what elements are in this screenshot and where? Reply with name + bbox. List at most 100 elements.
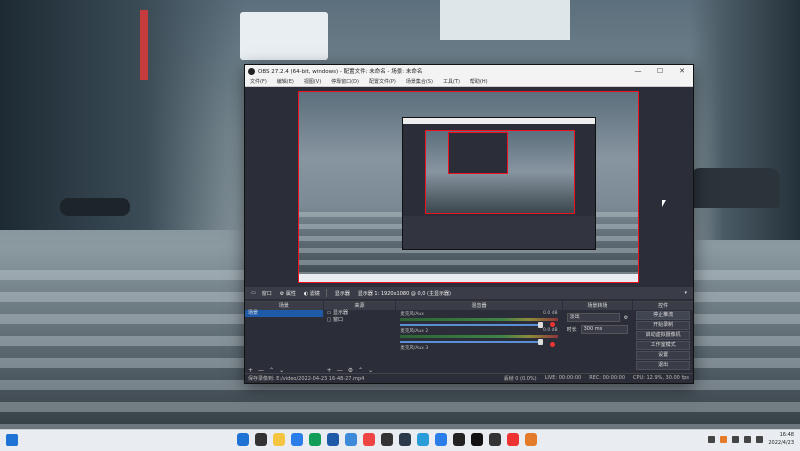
app-3-icon[interactable] bbox=[525, 433, 537, 446]
volume-slider[interactable] bbox=[400, 339, 544, 345]
steam-icon[interactable] bbox=[399, 433, 411, 446]
display-select[interactable]: 显示器 1: 1920x1080 @ 0,0 (主显示器) bbox=[358, 290, 451, 297]
preview-canvas[interactable] bbox=[298, 91, 639, 283]
menu-docks[interactable]: 停靠窗口(D) bbox=[331, 78, 359, 85]
mi-icon[interactable] bbox=[471, 433, 483, 446]
properties-button[interactable]: ⚙ 属性 bbox=[280, 290, 296, 297]
virtual-camera-button[interactable]: 启动虚拟摄像机 bbox=[636, 331, 690, 340]
obs-window: OBS 27.2.4 (64-bit, windows) - 配置文件: 未命名… bbox=[244, 64, 694, 384]
system-tray: 16:48 2022/4/23 bbox=[708, 431, 794, 447]
scene-item[interactable]: 场景 bbox=[245, 310, 323, 317]
tray-icon[interactable] bbox=[708, 435, 716, 443]
store-icon[interactable] bbox=[345, 433, 357, 446]
clock-time: 16:48 bbox=[779, 432, 794, 438]
maximize-button[interactable]: ☐ bbox=[649, 65, 671, 77]
scenes-header: 场景 bbox=[245, 302, 323, 310]
filters-button[interactable]: ◐ 滤镜 bbox=[304, 290, 320, 297]
rec-time: REC: 00:00:00 bbox=[589, 375, 626, 381]
volume-meter bbox=[400, 335, 558, 338]
clock[interactable]: 16:48 2022/4/23 bbox=[768, 431, 794, 447]
gear-icon[interactable]: ⚙ bbox=[624, 315, 628, 321]
wallpaper-building-left bbox=[0, 0, 245, 230]
transitions-header: 场景转场 bbox=[562, 302, 633, 310]
transition-select[interactable]: 淡出 bbox=[566, 313, 620, 322]
github-icon[interactable] bbox=[453, 433, 465, 446]
mixer-header: 混音器 bbox=[396, 302, 562, 310]
menu-file[interactable]: 文件(F) bbox=[250, 78, 267, 85]
app-2-icon[interactable] bbox=[489, 433, 501, 446]
exit-button[interactable]: 退出 bbox=[636, 361, 690, 370]
network-icon[interactable] bbox=[744, 435, 752, 443]
preview-taskbar bbox=[299, 274, 638, 282]
sources-dock: 来源 ▭ 显示器 ▢ 窗口 + — ⚙ ⌃ ⌄ bbox=[323, 301, 396, 375]
slider-handle[interactable] bbox=[538, 322, 544, 328]
transitions-dock: 场景转场 淡出 ⚙ 时长 300 ms bbox=[562, 301, 633, 375]
mouse-cursor bbox=[662, 200, 666, 207]
cpu-usage: CPU: 12.9%, 30.00 fps bbox=[633, 375, 689, 381]
source-item[interactable]: ▭ 显示器 bbox=[324, 310, 396, 317]
selected-source-label: 窗口 bbox=[261, 290, 272, 297]
telegram-icon[interactable] bbox=[417, 433, 429, 446]
wallpaper-car-2 bbox=[690, 168, 780, 208]
dropped-frames: 丢帧 0 (0.0%) bbox=[503, 376, 537, 382]
taskbar: 16:48 2022/4/23 bbox=[0, 429, 800, 451]
minimize-button[interactable]: — bbox=[627, 65, 649, 77]
nested-docks bbox=[403, 216, 595, 249]
sources-header: 来源 bbox=[323, 302, 396, 310]
studio-mode-button[interactable]: 工作室模式 bbox=[636, 341, 690, 350]
obs-app-icon bbox=[248, 67, 255, 75]
start-icon[interactable] bbox=[237, 433, 249, 446]
scenes-dock: 场景 场景 + — ⌃ ⌄ bbox=[245, 301, 323, 375]
wallpaper-billboard bbox=[240, 12, 328, 60]
nested-canvas-2 bbox=[448, 132, 508, 174]
preview-area bbox=[245, 87, 693, 287]
menu-edit[interactable]: 编辑(E) bbox=[277, 78, 294, 85]
menu-help[interactable]: 帮助(H) bbox=[470, 78, 488, 85]
settings-button[interactable]: 设置 bbox=[636, 351, 690, 360]
terminal-icon[interactable] bbox=[381, 433, 393, 446]
close-button[interactable]: ✕ bbox=[671, 65, 693, 77]
volume-icon[interactable] bbox=[756, 435, 764, 443]
slider-handle[interactable] bbox=[538, 339, 544, 345]
menu-tools[interactable]: 工具(T) bbox=[443, 78, 460, 85]
menu-profile[interactable]: 配置文件(P) bbox=[369, 78, 396, 85]
obs-icon[interactable] bbox=[507, 433, 519, 446]
mixer-track: 麦克风/Aux 0.0 dB bbox=[396, 310, 561, 328]
tray-icon[interactable] bbox=[720, 435, 728, 443]
search-icon[interactable] bbox=[255, 433, 267, 446]
title-bar[interactable]: OBS 27.2.4 (64-bit, windows) - 配置文件: 未命名… bbox=[245, 65, 693, 77]
edge-icon[interactable] bbox=[309, 433, 321, 446]
recording-path: 保存录像到: E:/video/2022-04-23 16-48-27.mp4 bbox=[248, 376, 365, 382]
source-toolbar: ▭ 窗口 ⚙ 属性 ◐ 滤镜 显示器 显示器 1: 1920x1080 @ 0,… bbox=[245, 287, 693, 299]
menu-bar: 文件(F) 编辑(E) 视图(V) 停靠窗口(D) 配置文件(P) 场景集合(S… bbox=[245, 77, 693, 87]
widgets-icon[interactable] bbox=[6, 434, 18, 446]
track-name: 麦克风/Aux 2 bbox=[400, 329, 429, 334]
menu-view[interactable]: 视图(V) bbox=[304, 78, 321, 85]
taskbar-apps bbox=[237, 433, 537, 446]
task-view-icon[interactable] bbox=[273, 433, 285, 446]
language-icon[interactable] bbox=[732, 435, 740, 443]
window-title: OBS 27.2.4 (64-bit, windows) - 配置文件: 未命名… bbox=[258, 69, 423, 75]
wallpaper-red-sign bbox=[140, 10, 148, 80]
nested-obs-preview bbox=[402, 117, 596, 250]
mixer-track: 麦克风/Aux 3 bbox=[396, 344, 561, 352]
mute-icon[interactable] bbox=[549, 322, 555, 327]
mail-icon[interactable] bbox=[327, 433, 339, 446]
menu-scene-collection[interactable]: 场景集合(S) bbox=[406, 78, 433, 85]
file-explorer-icon[interactable] bbox=[291, 433, 303, 446]
audio-mixer-dock: 混音器 麦克风/Aux 0.0 dB 麦克风/Aux 2 0.0 dB 麦克风/Au… bbox=[396, 301, 562, 375]
chrome-icon[interactable] bbox=[363, 433, 375, 446]
start-recording-button[interactable]: 开始录制 bbox=[636, 321, 690, 330]
volume-slider[interactable] bbox=[400, 322, 544, 328]
volume-meter bbox=[400, 318, 558, 321]
monitor-icon: ▭ bbox=[251, 290, 256, 296]
mute-icon[interactable] bbox=[549, 342, 555, 347]
status-bar: 保存录像到: E:/video/2022-04-23 16-48-27.mp4 … bbox=[245, 373, 693, 383]
app-icon[interactable] bbox=[435, 433, 447, 446]
clock-date: 2022/4/23 bbox=[768, 440, 794, 446]
chevron-down-icon[interactable]: ▾ bbox=[684, 290, 687, 296]
stop-streaming-button[interactable]: 停止推流 bbox=[636, 311, 690, 320]
source-item[interactable]: ▢ 窗口 bbox=[324, 317, 396, 324]
duration-input[interactable]: 300 ms bbox=[580, 325, 629, 334]
mixer-track: 麦克风/Aux 2 0.0 dB bbox=[396, 327, 561, 347]
